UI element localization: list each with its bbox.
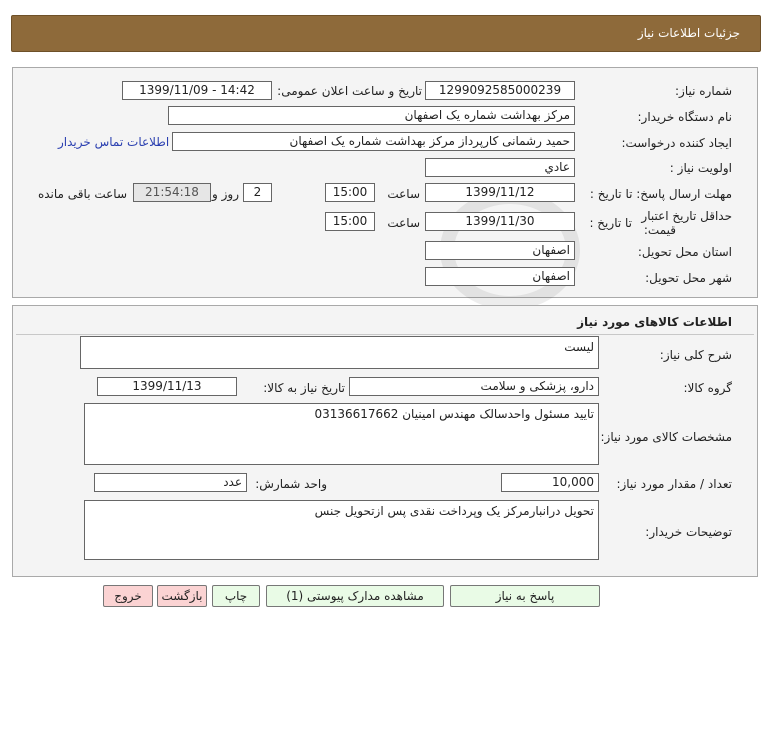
need-date-field: 1399/11/13 — [97, 377, 237, 396]
validity-to-date-label: تا تاریخ : — [589, 216, 632, 230]
unit-field: عدد — [94, 473, 247, 492]
buyer-org-field: مرکز بهداشت شماره یک اصفهان — [168, 106, 575, 125]
city-label: شهر محل تحویل: — [645, 271, 732, 285]
reply-date-field: 1399/11/12 — [425, 183, 575, 202]
reply-time-field: 15:00 — [325, 183, 375, 202]
creator-field: حمید رشمانی کارپرداز مرکز بهداشت شماره ی… — [172, 132, 575, 151]
validity-time-field: 15:00 — [325, 212, 375, 231]
remaining-time-label: ساعت باقی مانده — [37, 187, 127, 201]
quantity-field: 10,000 — [501, 473, 599, 492]
exit-button[interactable]: خروج — [103, 585, 153, 607]
summary-label: شرح کلی نیاز: — [659, 348, 732, 362]
priority-field: عادي — [425, 158, 575, 177]
reply-button[interactable]: پاسخ به نیاز — [450, 585, 600, 607]
print-button[interactable]: چاپ — [212, 585, 260, 607]
reply-deadline-label: مهلت ارسال پاسخ: تا تاریخ : — [589, 187, 732, 201]
price-validity-label-1: حداقل تاریخ اعتبار — [641, 209, 732, 223]
need-number-field: 1299092585000239 — [425, 81, 575, 100]
days-remaining-field: 2 — [243, 183, 272, 202]
goods-section-title: اطلاعات کالاهای مورد نیاز — [577, 315, 732, 329]
announce-datetime-field: 1399/11/09 - 14:42 — [122, 81, 272, 100]
buyer-contact-link[interactable]: اطلاعات تماس خریدار — [58, 135, 169, 149]
unit-label: واحد شمارش: — [255, 477, 327, 491]
price-validity-label-2: قیمت: — [643, 223, 676, 237]
goods-section-divider — [16, 334, 754, 335]
announce-datetime-label: تاریخ و ساعت اعلان عمومی: — [277, 84, 422, 98]
need-date-label: تاریخ نیاز به کالا: — [263, 381, 345, 395]
spec-label: مشخصات کالای مورد نیاز: — [600, 430, 732, 444]
spec-field: تایید مسئول واحدسالک مهندس امینیان 03136… — [84, 403, 599, 465]
province-field: اصفهان — [425, 241, 575, 260]
back-button[interactable]: بازگشت — [157, 585, 207, 607]
quantity-label: تعداد / مقدار مورد نیاز: — [616, 477, 732, 491]
buyer-notes-field: تحویل درانبارمرکز یک وپرداخت نقدی پس ازت… — [84, 500, 599, 560]
need-number-label: شماره نیاز: — [675, 84, 732, 98]
validity-hour-label: ساعت — [387, 216, 420, 230]
goods-group-field: دارو، پزشکی و سلامت — [349, 377, 599, 396]
validity-date-field: 1399/11/30 — [425, 212, 575, 231]
goods-group-label: گروه کالا: — [683, 381, 733, 395]
reply-hour-label: ساعت — [387, 187, 420, 201]
days-label: روز و — [212, 187, 239, 201]
province-label: استان محل تحویل: — [637, 245, 732, 259]
page-title: جزئیات اطلاعات نیاز — [637, 26, 740, 40]
city-field: اصفهان — [425, 267, 575, 286]
remaining-time-field: 21:54:18 — [133, 183, 211, 202]
need-info-panel — [12, 67, 758, 298]
page-header: جزئیات اطلاعات نیاز — [11, 15, 761, 52]
buyer-notes-label: توضیحات خریدار: — [645, 525, 732, 539]
priority-label: اولویت نیاز : — [669, 161, 732, 175]
view-attachments-button[interactable]: مشاهده مدارک پیوستی (1) — [266, 585, 444, 607]
buyer-org-label: نام دستگاه خریدار: — [637, 110, 733, 124]
creator-label: ایجاد کننده درخواست: — [621, 136, 732, 150]
summary-field: لیست — [80, 336, 599, 369]
